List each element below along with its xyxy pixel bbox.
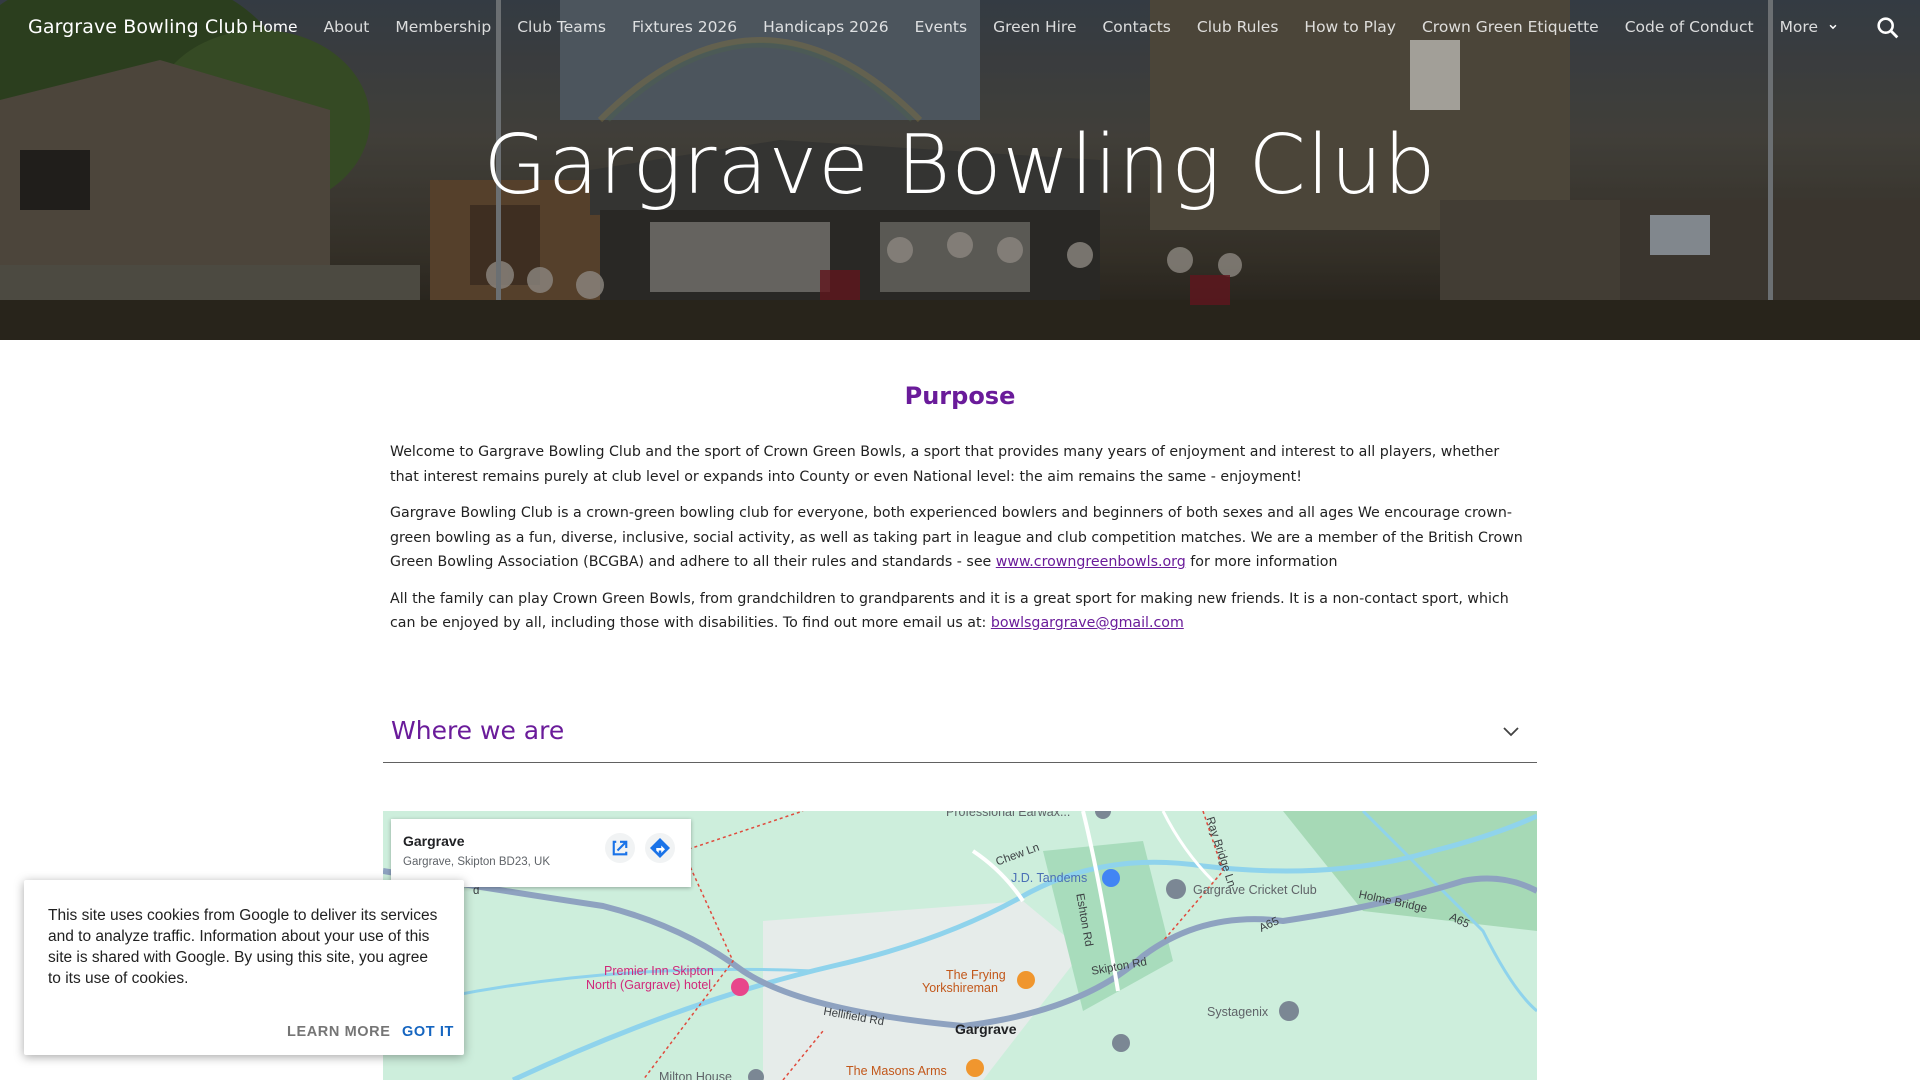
map-label-town: Gargrave	[955, 1021, 1017, 1037]
nav-events[interactable]: Events	[915, 18, 967, 36]
map-place-card: Gargrave Gargrave, Skipton BD23, UK	[391, 819, 691, 887]
chevron-down-icon	[1829, 24, 1837, 30]
map-label-masons-arms: The Masons Arms	[846, 1064, 947, 1078]
cookie-consent-dialog: This site uses cookies from Google to de…	[24, 880, 464, 1055]
map-label-premier-inn-line-2: North (Gargrave) hotel	[586, 978, 712, 992]
hero-title: Gargrave Bowling Club	[483, 118, 1437, 213]
got-it-button[interactable]: GOT IT	[402, 1024, 454, 1040]
chevron-down-icon[interactable]	[1499, 719, 1523, 743]
nav-home[interactable]: Home	[252, 18, 298, 36]
nav-contacts[interactable]: Contacts	[1102, 18, 1170, 36]
nav-about[interactable]: About	[324, 18, 370, 36]
map-label-systagenix: Systagenix	[1207, 1005, 1269, 1019]
nav-handicaps[interactable]: Handicaps 2026	[763, 18, 888, 36]
purpose-paragraph-3: All the family can play Crown Green Bowl…	[390, 587, 1526, 636]
purpose-heading: Purpose	[904, 382, 1016, 410]
map-place-name: Gargrave	[403, 833, 465, 849]
nav-fixtures[interactable]: Fixtures 2026	[632, 18, 737, 36]
open-in-new-icon[interactable]	[605, 833, 635, 863]
map-label-milton-house: Milton House	[659, 1070, 732, 1080]
map-label-cricket-club: Gargrave Cricket Club	[1193, 883, 1317, 897]
where-we-are-heading: Where we are	[391, 716, 565, 745]
nav-code-of-conduct[interactable]: Code of Conduct	[1625, 18, 1754, 36]
paragraph-2-text: Gargrave Bowling Club is a crown-green b…	[390, 505, 1523, 570]
nav-membership[interactable]: Membership	[395, 18, 491, 36]
embedded-map[interactable]: Professional Earwax... Chew Ln Ray Bridg…	[383, 811, 1537, 1080]
nav-green-hire[interactable]: Green Hire	[993, 18, 1076, 36]
map-label-frying-yorkshireman-line-2: Yorkshireman	[922, 981, 998, 995]
nav-more-label: More	[1779, 18, 1818, 36]
cookie-message: This site uses cookies from Google to de…	[48, 907, 438, 987]
directions-icon[interactable]	[645, 833, 675, 863]
nav-more-menu[interactable]: More	[1780, 18, 1840, 36]
paragraph-2-tail: for more information	[1185, 554, 1338, 570]
where-we-are-section[interactable]: Where we are	[383, 697, 1537, 763]
purpose-text: Welcome to Gargrave Bowling Club and the…	[390, 440, 1526, 648]
map-label-frying-yorkshireman: The Frying	[946, 968, 1006, 982]
map-label-earwax: Professional Earwax...	[946, 811, 1071, 819]
map-label-premier-inn: Premier Inn Skipton	[604, 964, 714, 978]
paragraph-3-text: All the family can play Crown Green Bowl…	[390, 590, 1509, 632]
purpose-paragraph-2: Gargrave Bowling Club is a crown-green b…	[390, 501, 1526, 575]
search-icon[interactable]	[1874, 14, 1902, 42]
map-place-address: Gargrave, Skipton BD23, UK	[403, 856, 551, 868]
learn-more-button[interactable]: LEARN MORE	[287, 1024, 390, 1040]
top-navigation-bar: Gargrave Bowling Club Home About Members…	[0, 0, 1920, 58]
site-name-link[interactable]: Gargrave Bowling Club	[28, 16, 248, 38]
nav-club-rules[interactable]: Club Rules	[1197, 18, 1279, 36]
nav-club-teams[interactable]: Club Teams	[517, 18, 606, 36]
nav-how-to-play[interactable]: How to Play	[1304, 18, 1396, 36]
main-nav: Home About Membership Club Teams Fixture…	[252, 18, 1840, 36]
email-link[interactable]: bowlsgargrave@gmail.com	[991, 615, 1184, 631]
map-label-jd-tandems: J.D. Tandems	[1011, 871, 1088, 885]
nav-etiquette[interactable]: Crown Green Etiquette	[1422, 18, 1599, 36]
bcgba-link[interactable]: www.crowngreenbowls.org	[996, 554, 1186, 570]
hero-banner: Gargrave Bowling Club Home About Members…	[0, 0, 1920, 340]
purpose-paragraph-1: Welcome to Gargrave Bowling Club and the…	[390, 444, 1500, 485]
